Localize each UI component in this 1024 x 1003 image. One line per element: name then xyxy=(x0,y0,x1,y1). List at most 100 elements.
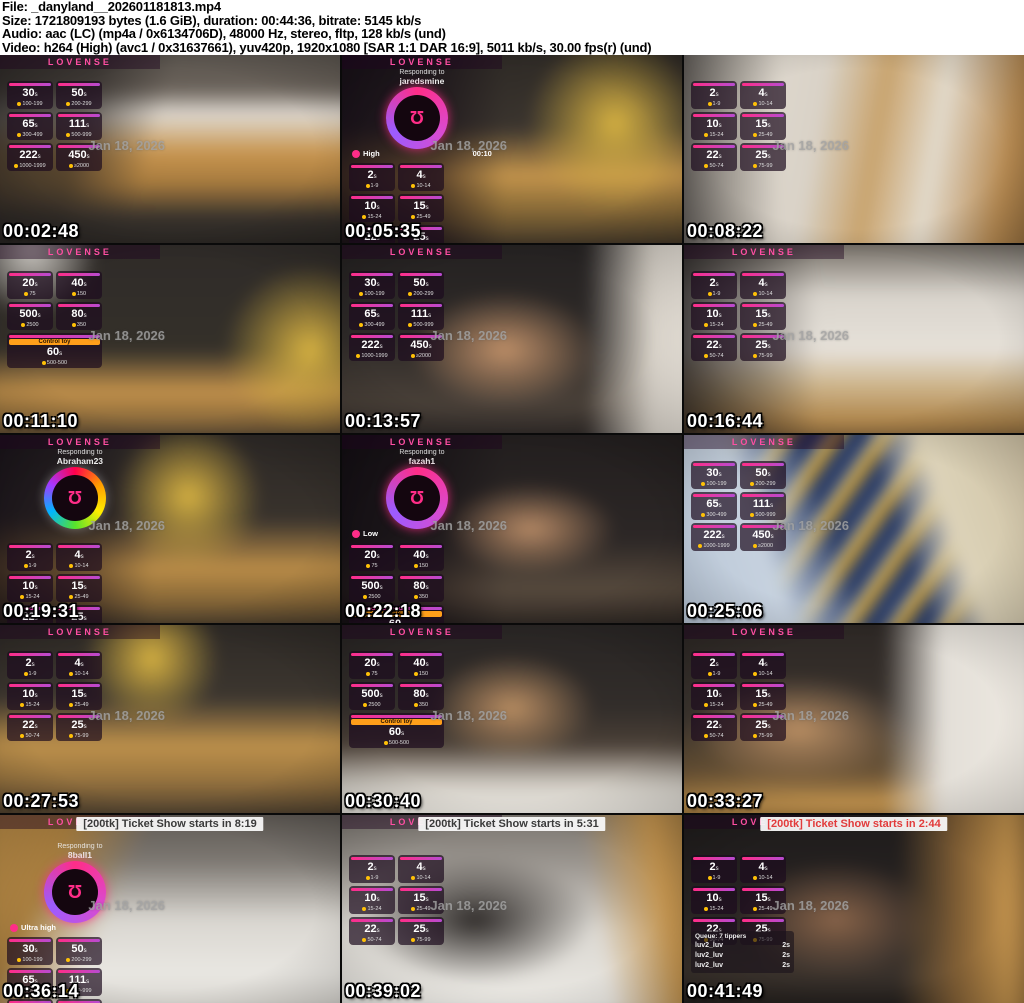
coin-icon xyxy=(413,702,418,707)
tip-range: 50-74 xyxy=(693,163,735,170)
card-accent-strip xyxy=(742,857,784,860)
video-thumbnail[interactable]: LOVENSE Responding to Abraham23 Ʊ 2s 1-9 4… xyxy=(0,435,340,623)
responding-username: 8ball1 xyxy=(67,850,92,860)
tip-menu-card: 10s 15-24 xyxy=(349,886,395,914)
tip-menu-card: 10s 15-24 xyxy=(349,194,395,222)
date-watermark: Jan 18, 2026 xyxy=(430,897,508,913)
card-accent-strip xyxy=(9,145,51,148)
coin-icon xyxy=(707,875,712,880)
tip-duration-value: 22s xyxy=(706,339,722,351)
coin-icon xyxy=(753,671,758,676)
coin-icon xyxy=(69,563,74,568)
video-thumbnail[interactable]: LOVENSE 30s 100-199 50s 200-299 65s 300-499 11… xyxy=(684,435,1024,623)
video-thumbnail[interactable]: LOVENSE 2s 1-9 4s 10-14 10s 15-24 15s 25-49 22s 5… xyxy=(684,625,1024,813)
tip-range: 100-199 xyxy=(693,481,735,488)
tip-duration-value: 10s xyxy=(706,688,722,700)
date-watermark: Jan 18, 2026 xyxy=(430,137,508,153)
tip-menu-card: 65s 300-499 xyxy=(349,302,395,330)
tip-menu-card: 15s 25-49 xyxy=(398,194,444,222)
tip-range: 1-9 xyxy=(351,875,393,882)
tip-menu-card: 111s 500-999 xyxy=(740,492,786,520)
coin-icon xyxy=(707,671,712,676)
lovense-logo-icon: Ʊ xyxy=(52,475,98,521)
tip-range: 10-14 xyxy=(58,563,100,570)
tip-duration-value: 60s xyxy=(388,726,405,738)
tip-duration-value: 4s xyxy=(74,657,84,669)
tip-range: 15-24 xyxy=(693,322,735,329)
tip-range: 50-74 xyxy=(9,733,51,740)
tip-range: 2500 xyxy=(351,594,393,601)
tip-range: 500-500 xyxy=(9,360,100,367)
tip-menu-card: 50s 200-299 xyxy=(398,271,444,299)
timestamp-label: 00:22:18 xyxy=(345,601,422,621)
responding-prefix: Responding to xyxy=(399,449,445,456)
vibration-level-badge: Ultra high xyxy=(0,923,160,933)
coin-icon xyxy=(413,671,418,676)
card-accent-strip xyxy=(693,114,735,117)
card-accent-strip xyxy=(693,684,735,687)
tip-menu-card: 2s 1-9 xyxy=(691,271,737,299)
date-watermark: Jan 18, 2026 xyxy=(430,517,508,533)
coin-icon xyxy=(69,671,74,676)
coin-icon xyxy=(21,322,26,327)
tip-duration-value: 111s xyxy=(410,308,432,320)
tip-menu-card: 30s 100-199 xyxy=(349,271,395,299)
date-watermark: Jan 18, 2026 xyxy=(772,517,850,533)
tip-duration-value: 30s xyxy=(706,467,722,479)
control-toy-label: Control toy xyxy=(351,719,442,725)
coin-icon xyxy=(753,353,758,358)
tip-duration-value: 40s xyxy=(413,657,429,669)
coin-icon xyxy=(707,101,712,106)
video-thumbnail[interactable]: LOVENSE 2s 1-9 4s 10-14 10s 15-24 15s 25-49 22s 5… xyxy=(684,245,1024,433)
tip-range: 300-499 xyxy=(693,512,735,519)
tip-range: 75-99 xyxy=(742,733,784,740)
card-accent-strip xyxy=(58,653,100,656)
card-accent-strip xyxy=(351,653,393,656)
tip-range: 75 xyxy=(351,563,393,570)
video-thumbnail[interactable]: LOVENSE 2s 1-9 4s 10-14 10s 15-24 15s 25-49 22s 5… xyxy=(0,625,340,813)
coin-icon xyxy=(704,132,709,137)
badge-label: Low xyxy=(352,529,378,539)
tip-range: 200-299 xyxy=(58,957,100,964)
tip-menu-card: 80s 350 xyxy=(398,682,444,710)
tip-duration-value: 222s xyxy=(361,339,383,351)
tip-duration-value: 500s xyxy=(361,688,383,700)
tip-range: 75-99 xyxy=(58,733,100,740)
card-accent-strip xyxy=(693,857,735,860)
coin-icon xyxy=(366,671,371,676)
tip-duration-value: 500s xyxy=(19,308,41,320)
tip-duration-value: 15s xyxy=(71,580,87,592)
tip-range: 1000-1999 xyxy=(9,163,51,170)
badge-label: Ultra high xyxy=(10,923,56,933)
tip-range: 50-74 xyxy=(693,733,735,740)
video-thumbnail[interactable]: LOVENSE [200tk] Ticket Show starts in 5:… xyxy=(342,815,682,1003)
tip-duration-value: 20s xyxy=(22,277,38,289)
tip-duration-value: 22s xyxy=(22,719,38,731)
video-thumbnail[interactable]: LOVENSE Responding to jaredsmine Ʊ High … xyxy=(342,55,682,243)
video-thumbnail[interactable]: LOVENSE [200tk] Ticket Show starts in 2:… xyxy=(684,815,1024,1003)
tipper-amount: 2s xyxy=(782,942,790,949)
coin-icon xyxy=(753,875,758,880)
video-thumbnail[interactable]: 2s 1-9 4s 10-14 10s 15-24 15s 25-49 22s 50-74 25s 7… xyxy=(684,55,1024,243)
tip-duration-value: 4s xyxy=(758,87,768,99)
tip-range: ≥2000 xyxy=(400,353,442,360)
tip-range: 350 xyxy=(400,594,442,601)
video-thumbnail[interactable]: LOVENSE [200tk] Ticket Show starts in 8:… xyxy=(0,815,340,1003)
video-thumbnail[interactable]: LOVENSE 30s 100-199 50s 200-299 65s 300-499 11… xyxy=(0,55,340,243)
card-accent-strip xyxy=(693,715,735,718)
tip-range: 100-199 xyxy=(9,957,51,964)
tip-menu-card: 2s 1-9 xyxy=(349,855,395,883)
date-watermark: Jan 18, 2026 xyxy=(88,517,166,533)
video-thumbnail[interactable]: LOVENSE 20s 75 40s 150 500s 2500 80s 350 Control… xyxy=(0,245,340,433)
tip-duration-value: 15s xyxy=(71,688,87,700)
tip-duration-value: 222s xyxy=(703,529,725,541)
tipper-amount: 2s xyxy=(782,952,790,959)
tipper-queue-row: luv2_luv 2s xyxy=(695,941,790,951)
coin-icon xyxy=(66,957,71,962)
coin-icon xyxy=(71,322,76,327)
tip-duration-value: 4s xyxy=(416,169,426,181)
video-thumbnail[interactable]: LOVENSE Responding to fazah1 Ʊ Low 20s 75… xyxy=(342,435,682,623)
video-thumbnail[interactable]: LOVENSE 20s 75 40s 150 500s 2500 80s 350 Control… xyxy=(342,625,682,813)
video-thumbnail[interactable]: LOVENSE 30s 100-199 50s 200-299 65s 300-499 11… xyxy=(342,245,682,433)
tip-duration-value: 15s xyxy=(413,200,429,212)
